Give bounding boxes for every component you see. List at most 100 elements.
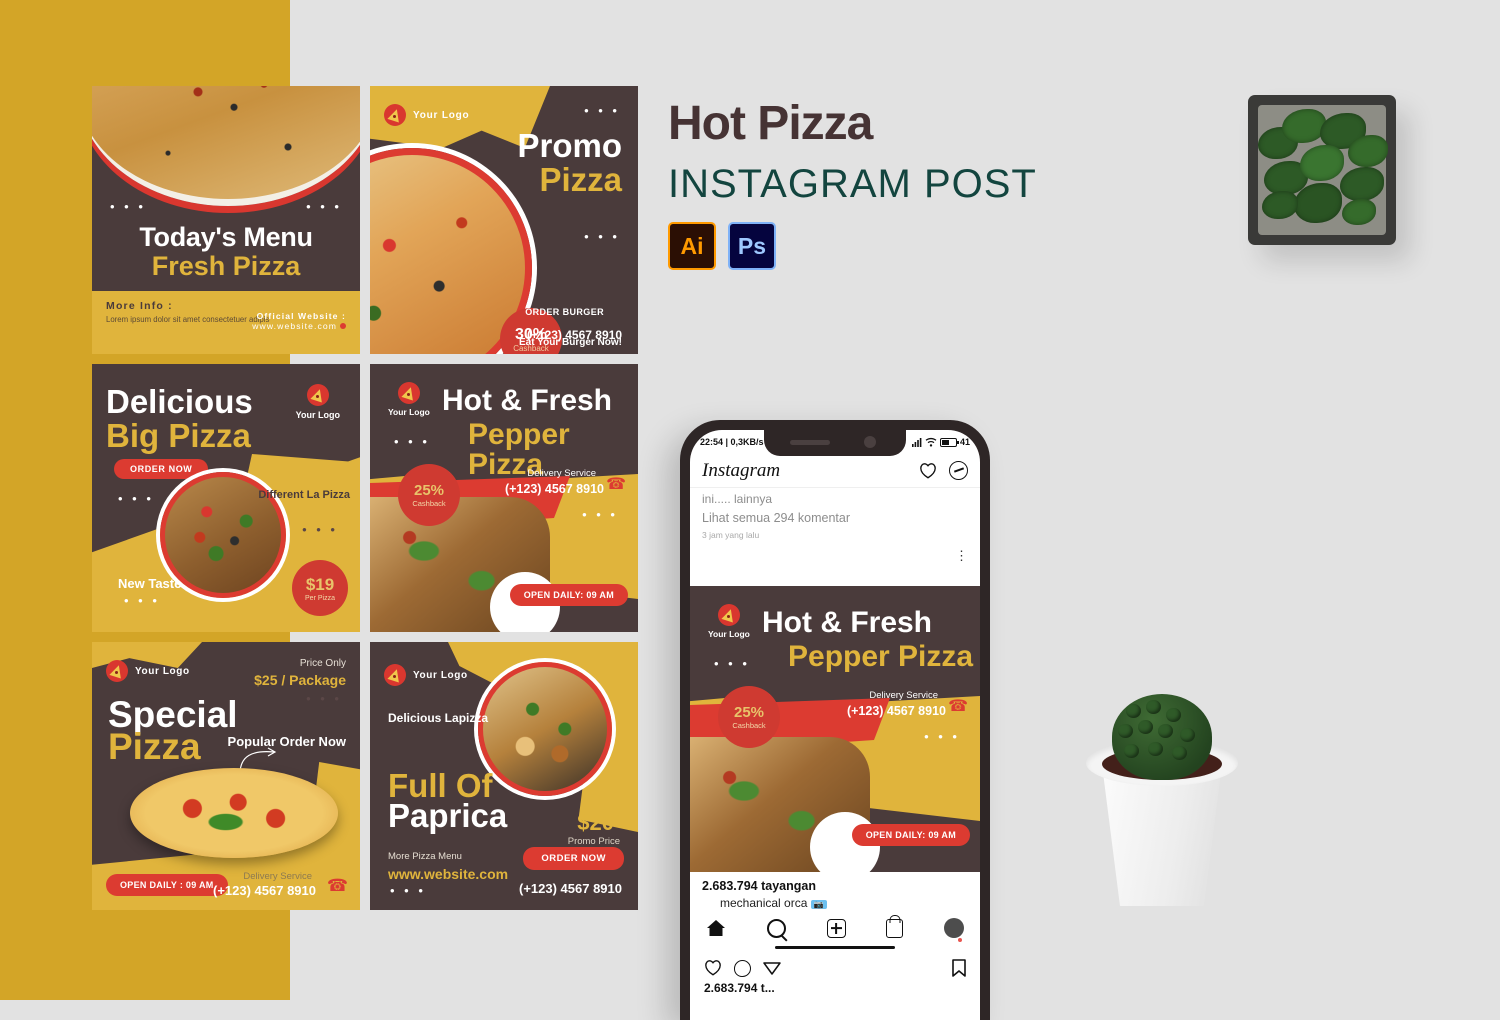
dots-decoration: • • •	[584, 229, 620, 244]
card-special-pizza[interactable]: Your Logo Price Only $25 / Package • • •…	[92, 642, 360, 910]
phone-number: (+123) 4567 8910	[846, 704, 946, 718]
logo-text: Your Logo	[295, 410, 340, 420]
dots-decoration: • • •	[306, 199, 342, 214]
dots-decoration: • • •	[714, 656, 750, 671]
battery-icon	[939, 437, 959, 447]
card-promo-pizza[interactable]: Your Logo • • • Promo Pizza • • • 30% Ca…	[370, 86, 638, 354]
card-title: Hot & Fresh	[442, 384, 613, 417]
home-indicator	[775, 946, 895, 950]
badge-label: Cashback	[412, 499, 446, 508]
cactus-bump	[1138, 720, 1153, 734]
page-subtitle: INSTAGRAM POST	[668, 162, 1037, 206]
views-username[interactable]: mechanical orca	[720, 896, 807, 910]
more-menu-label: More Pizza Menu	[388, 851, 462, 862]
pizza-photo	[92, 86, 360, 206]
pizza-slice-icon	[306, 384, 329, 406]
card-hot-fresh-pepper-pizza[interactable]: Your Logo Hot & Fresh Pepper Pizza • • •…	[370, 364, 638, 632]
phone-icon: ☎	[606, 476, 626, 493]
brand-logo: Your Logo	[384, 664, 468, 686]
logo-text: Your Logo	[135, 665, 190, 677]
post-card-grid: • • • • • • Today's Menu Fresh Pizza Sta…	[92, 86, 638, 910]
cactus-bump	[1124, 744, 1139, 758]
logo-text: Your Logo	[413, 669, 468, 681]
heart-icon[interactable]	[919, 462, 937, 480]
phone-number: (+123) 4567 8910	[212, 883, 316, 898]
price-label: Promo Price	[567, 836, 620, 847]
post-card-hot-fresh-pepper-pizza: Your Logo Hot & Fresh Pepper Pizza • • •…	[690, 586, 980, 872]
order-label: ORDER BURGER	[525, 306, 604, 317]
status-time: 22:54 | 0,3KB/s	[700, 437, 764, 447]
shop-bag-icon[interactable]	[886, 918, 904, 938]
home-icon[interactable]	[706, 919, 726, 937]
brand-logo: Your Logo	[296, 384, 340, 421]
post-subtitle: Pepper Pizza	[788, 640, 974, 673]
corner-note: New Taste	[118, 575, 182, 591]
price-value: $25 / Package	[254, 672, 346, 688]
post-title: Hot & Fresh	[762, 606, 933, 639]
card-title: Today's Menu	[139, 222, 313, 252]
badge-value: 25%	[733, 704, 765, 721]
phone-number: (+123) 4567 8910	[518, 881, 622, 896]
price-badge: $19 Per Pizza	[292, 560, 348, 616]
footnote-views: 2.683.794 t...	[704, 981, 775, 996]
photoshop-icon: Ps	[728, 222, 776, 270]
messenger-icon[interactable]	[949, 461, 968, 480]
brand-logo: Your Logo	[708, 604, 750, 639]
cashback-badge: 25% Cashback	[718, 686, 780, 748]
search-icon[interactable]	[766, 918, 786, 938]
white-pot	[1103, 774, 1221, 906]
delivery-label: Delivery Service	[869, 690, 938, 701]
caption-timestamp: 3 jam yang lalu	[702, 530, 760, 540]
logo-text: Your Logo	[388, 407, 430, 417]
header-block: Hot Pizza INSTAGRAM POST Ai Ps	[668, 100, 1188, 270]
card-full-of-paprica[interactable]: Your Logo Delicious Lapizza Full Of Papr…	[370, 642, 638, 910]
card-delicious-big-pizza[interactable]: Delicious Big Pizza Your Logo ORDER NOW …	[92, 364, 360, 632]
card-footer: More Info : Lorem ipsum dolor sit amet c…	[92, 291, 360, 354]
brand-logo: Your Logo	[388, 382, 430, 417]
camera-emoji-icon: 📷	[810, 900, 827, 909]
dots-decoration: • • •	[584, 103, 620, 118]
phone-number: (+123) 4567 8910	[504, 482, 604, 496]
website-url: www.website.com	[388, 866, 509, 882]
dots-decoration: • • •	[302, 522, 338, 537]
instagram-header: Instagram	[690, 454, 980, 488]
comment-icon[interactable]	[734, 959, 751, 977]
price-label: Per Pizza	[305, 594, 335, 602]
cactus-bump	[1180, 728, 1195, 742]
pizza-photo-circle	[478, 662, 612, 796]
website-url: www.website.com	[252, 321, 337, 331]
post-views: 2.683.794 tayangan mechanical orca 📷	[690, 872, 980, 910]
open-hours-badge: OPEN DAILY: 09 AM	[851, 824, 970, 846]
eyebrow-text: Delicious Lapizza	[388, 711, 489, 725]
dots-decoration: • • •	[390, 883, 426, 898]
view-comments-link[interactable]: Lihat semua 294 komentar	[702, 511, 968, 525]
side-note: Different La Pizza	[258, 489, 350, 501]
cta-button[interactable]: ORDER NOW	[114, 459, 209, 479]
dots-decoration: • • •	[394, 434, 430, 449]
avatar[interactable]	[944, 918, 964, 942]
post-caption: ini..... lainnya Lihat semua 294 komenta…	[690, 488, 980, 548]
badge-value: 25%	[413, 482, 445, 499]
card-todays-menu[interactable]: • • • • • • Today's Menu Fresh Pizza Sta…	[92, 86, 360, 354]
plant-square-pot	[1248, 95, 1396, 245]
cactus-bump	[1148, 742, 1163, 756]
pizza-photo	[130, 768, 338, 858]
cta-button[interactable]: ORDER NOW	[523, 847, 624, 870]
cactus-bump	[1126, 704, 1141, 718]
dots-decoration: • • •	[110, 199, 146, 214]
brand-logo: Your Logo	[384, 104, 469, 126]
share-icon[interactable]	[763, 959, 781, 977]
add-post-icon[interactable]	[826, 918, 846, 938]
logo-text: Your Logo	[413, 109, 470, 121]
caption-line-1: ini..... lainnya	[702, 492, 773, 506]
like-icon[interactable]	[704, 959, 722, 977]
card-subtitle: Pizza	[539, 161, 622, 198]
pizza-photo	[690, 737, 880, 872]
cactus-bump	[1172, 746, 1187, 760]
post-image[interactable]: Your Logo Hot & Fresh Pepper Pizza • • •…	[690, 586, 980, 872]
more-options-icon[interactable]: ⋮	[955, 549, 968, 562]
signal-icon	[911, 437, 922, 447]
dots-decoration: • • •	[582, 507, 618, 522]
bookmark-icon[interactable]	[952, 959, 966, 978]
dots-decoration: • • •	[924, 729, 960, 744]
